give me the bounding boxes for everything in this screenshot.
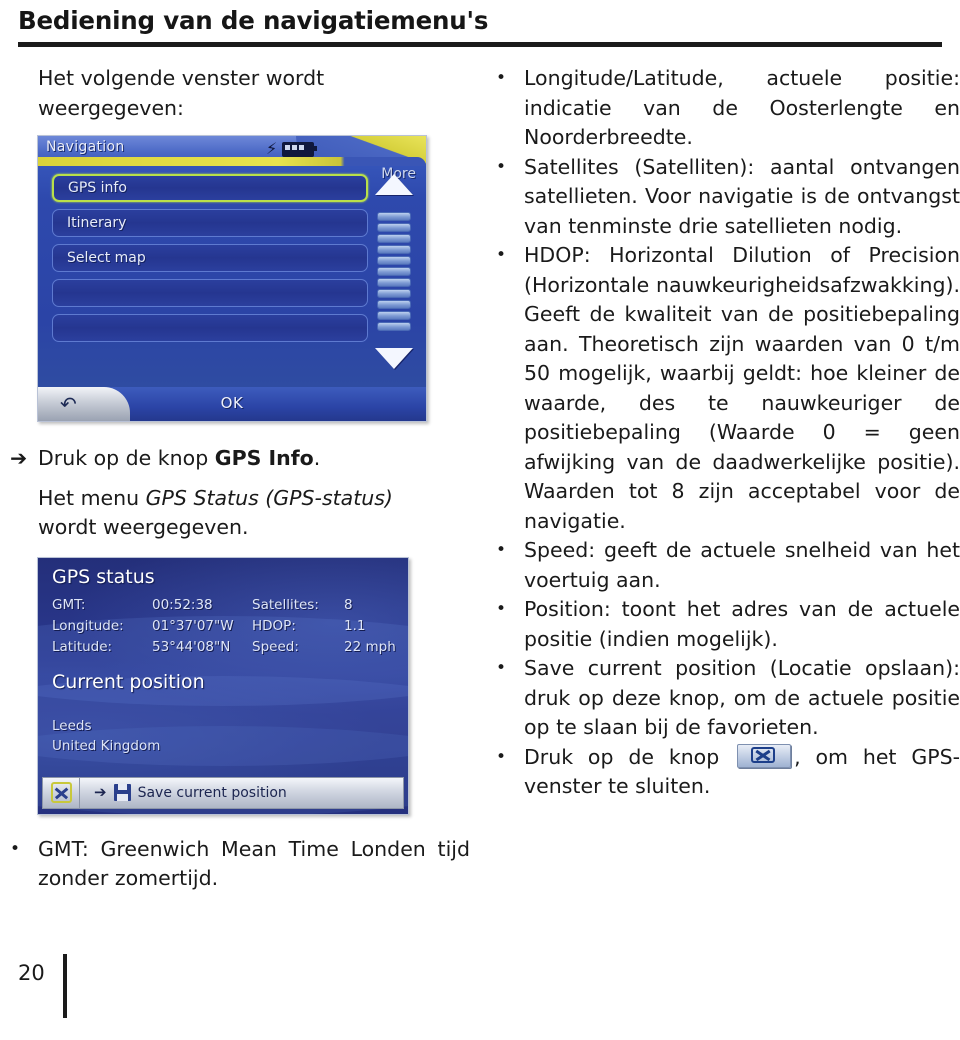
current-position-address: Leeds United Kingdom <box>52 716 160 756</box>
bullet-position-text: Position: toont het adres van de actuele… <box>524 597 960 651</box>
ok-button[interactable]: OK <box>38 394 426 412</box>
address-line-city: Leeds <box>52 717 92 734</box>
gps-status-screenshot: GPS status GMT: 00:52:38 Satellites: 8 L… <box>37 556 409 815</box>
result-text-italic: GPS Status (GPS-status) <box>145 485 393 510</box>
navigation-menu-screenshot: Navigation ⚡ More GPS info Itinerary Sel… <box>37 135 427 422</box>
step-instruction-row: ➔ Druk op de knop GPS Info. <box>0 444 470 474</box>
gps-bottom-toolbar: ➔ Save current position <box>42 776 404 809</box>
menu-item-label: Select map <box>67 250 146 266</box>
bullet-gmt-text: GMT: Greenwich Mean Time Londen tijd zon… <box>38 836 470 891</box>
header-divider <box>18 42 942 47</box>
bullet-speed-text: Speed: geeft de actuele snelheid van het… <box>524 538 960 592</box>
bullet-icon: • <box>10 838 21 859</box>
bullet-close-window-row: • Druk op de knop , om het GPS-venster t… <box>486 743 960 802</box>
menu-item-label: GPS info <box>68 180 127 196</box>
field-value-hdop: 1.1 <box>344 617 366 634</box>
save-current-position-button[interactable]: ➔ Save current position <box>80 784 287 801</box>
bullet-longitude-latitude-row: • Longitude/Latitude, actuele positie: i… <box>486 64 960 153</box>
menu-item-label: Itinerary <box>67 215 127 231</box>
bullet-satellites-text: Satellites (Satelliten): aantal ontvange… <box>524 154 960 238</box>
titlebar-yellow-swoosh <box>38 157 426 166</box>
footer-divider <box>62 954 67 1018</box>
field-label-gmt: GMT: <box>52 596 86 613</box>
navigation-titlebar: Navigation ⚡ <box>38 136 426 166</box>
field-value-latitude: 53°44'08"N <box>152 638 231 655</box>
bullet-hdop-row: • HDOP: Horizontal Dilution of Precision… <box>486 241 960 536</box>
bullet-save-position-text: Save current position (Locatie opslaan):… <box>524 656 960 739</box>
scroll-up-icon[interactable] <box>375 174 413 195</box>
field-label-speed: Speed: <box>252 638 299 655</box>
navigation-menu-list: GPS info Itinerary Select map <box>52 174 368 349</box>
close-x-icon[interactable] <box>43 777 80 808</box>
field-value-satellites: 8 <box>344 596 353 613</box>
intro-paragraph: Het volgende venster wordt weergegeven: <box>38 66 325 120</box>
bullet-icon: • <box>496 68 507 88</box>
result-text-suffix: wordt weergegeven. <box>38 515 249 539</box>
bullet-hdop-text: HDOP: Horizontal Dilution of Precision (… <box>524 243 960 533</box>
gps-status-title: GPS status <box>52 565 155 588</box>
close-bullet-prefix: Druk op de knop <box>524 744 735 769</box>
bullet-gmt-row: • GMT: Greenwich Mean Time Londen tijd z… <box>0 835 470 894</box>
bullet-speed-row: • Speed: geeft de actuele snelheid van h… <box>486 536 960 595</box>
battery-icon <box>282 141 318 157</box>
field-value-gmt: 00:52:38 <box>152 596 213 613</box>
gps-status-fields: GMT: 00:52:38 Satellites: 8 Longitude: 0… <box>52 596 396 657</box>
bullet-icon: • <box>496 245 507 265</box>
step-arrow-icon: ➔ <box>10 446 28 470</box>
close-x-button-icon[interactable] <box>737 743 792 768</box>
page-number: 20 <box>18 961 45 985</box>
field-value-speed: 22 mph <box>344 638 396 655</box>
field-value-longitude: 01°37'07"W <box>152 617 234 634</box>
scroll-down-icon[interactable] <box>375 348 413 369</box>
menu-item-gps-info[interactable]: GPS info <box>52 174 368 202</box>
field-label-longitude: Longitude: <box>52 617 124 634</box>
step-instruction-text: Druk op de knop GPS Info. <box>38 444 470 474</box>
bullet-satellites-row: • Satellites (Satelliten): aantal ontvan… <box>486 153 960 242</box>
navigation-bottom-bar: ↶ OK <box>38 387 426 421</box>
step-text-prefix: Druk op de knop <box>38 446 215 470</box>
page-header: Bediening van de navigatiemenu's <box>18 6 942 47</box>
right-column: • Longitude/Latitude, actuele positie: i… <box>486 64 960 944</box>
bullet-icon: • <box>496 156 507 177</box>
bolt-icon: ⚡ <box>266 139 278 158</box>
page-footer: 20 <box>18 954 67 1018</box>
page-title: Bediening van de navigatiemenu's <box>18 6 489 35</box>
bullet-close-window-text: Druk op de knop , om het GPS-venster te … <box>524 743 960 802</box>
save-current-position-label: Save current position <box>137 784 287 801</box>
bullet-position-row: • Position: toont het adres van de actue… <box>486 595 960 654</box>
menu-item-empty-1[interactable] <box>52 279 368 307</box>
arrow-right-icon: ➔ <box>94 783 107 801</box>
navigation-scrollbar[interactable] <box>374 174 414 369</box>
step-result-text: Het menu GPS Status (GPS-status) wordt w… <box>38 484 434 543</box>
bullet-longitude-latitude-text: Longitude/Latitude, actuele positie: ind… <box>524 66 960 149</box>
left-column: Het volgende venster wordt weergegeven: … <box>0 64 470 944</box>
address-line-country: United Kingdom <box>52 737 161 754</box>
current-position-heading: Current position <box>52 670 205 693</box>
bullet-icon: • <box>496 599 507 619</box>
gps-screen-background: GPS status GMT: 00:52:38 Satellites: 8 L… <box>38 557 408 814</box>
step-text-suffix: . <box>313 446 321 470</box>
floppy-disk-icon <box>113 784 131 801</box>
bullet-save-position-row: • Save current position (Locatie opslaan… <box>486 654 960 743</box>
field-label-hdop: HDOP: <box>252 617 296 634</box>
navigation-screen-background: Navigation ⚡ More GPS info Itinerary Sel… <box>38 136 426 421</box>
bullet-icon: • <box>496 658 507 678</box>
result-text-prefix: Het menu <box>38 485 146 510</box>
step-text-bold: GPS Info <box>214 446 314 470</box>
navigation-title-label: Navigation <box>46 139 125 155</box>
scrollbar-track[interactable] <box>377 212 411 331</box>
menu-item-itinerary[interactable]: Itinerary <box>52 209 368 237</box>
field-label-latitude: Latitude: <box>52 638 113 655</box>
status-indicators: ⚡ <box>266 139 318 158</box>
menu-item-select-map[interactable]: Select map <box>52 244 368 272</box>
bullet-icon: • <box>496 540 507 560</box>
menu-item-empty-2[interactable] <box>52 314 368 342</box>
field-label-satellites: Satellites: <box>252 596 319 613</box>
bullet-icon: • <box>496 746 507 767</box>
